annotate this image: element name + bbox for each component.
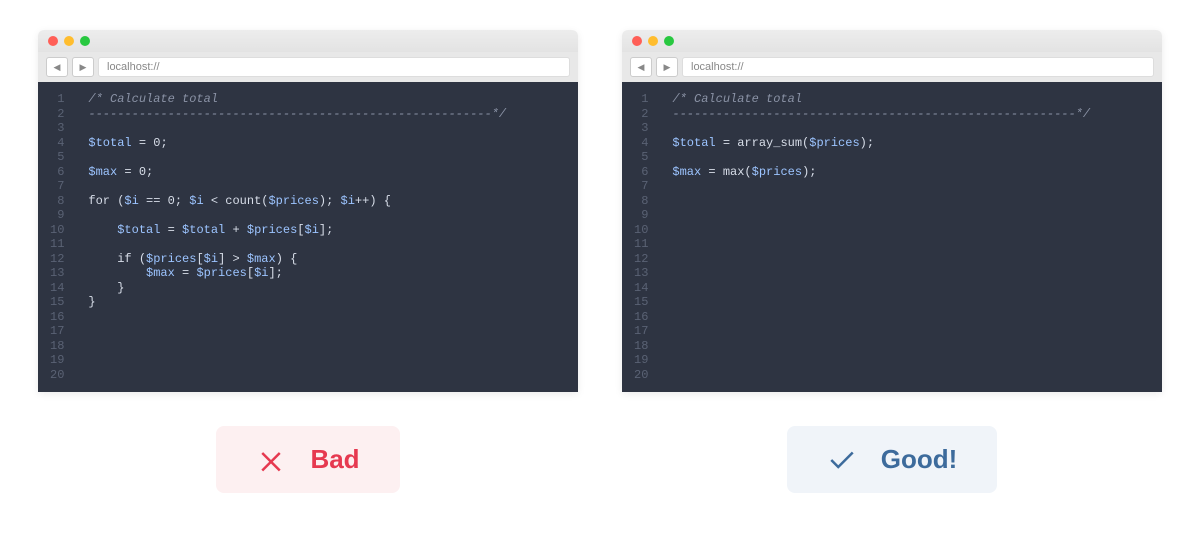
code-token: ]; bbox=[268, 266, 282, 280]
code-token: == bbox=[139, 194, 168, 208]
code-token: ; bbox=[160, 136, 167, 150]
maximize-icon[interactable] bbox=[80, 36, 90, 46]
window-titlebar bbox=[622, 30, 1162, 52]
code-token: [ bbox=[196, 252, 203, 266]
code-token bbox=[88, 223, 117, 237]
code-token: $total bbox=[672, 136, 715, 150]
code-token: $prices bbox=[752, 165, 802, 179]
url-input[interactable]: localhost:// bbox=[682, 57, 1154, 77]
code-content: /* Calculate total ---------------------… bbox=[72, 82, 578, 392]
code-editor-left: 1 2 3 4 5 6 7 8 9 10 11 12 13 14 15 16 1… bbox=[38, 82, 578, 392]
code-token: ); bbox=[860, 136, 874, 150]
code-token: 0 bbox=[168, 194, 175, 208]
close-icon[interactable] bbox=[48, 36, 58, 46]
code-token: count( bbox=[225, 194, 268, 208]
code-token: ) { bbox=[369, 194, 391, 208]
code-token: $max bbox=[672, 165, 701, 179]
code-token: $max bbox=[88, 165, 117, 179]
browser-toolbar: ◀ ▶ localhost:// bbox=[38, 52, 578, 82]
code-token: $i bbox=[124, 194, 138, 208]
browser-toolbar: ◀ ▶ localhost:// bbox=[622, 52, 1162, 82]
code-token: $i bbox=[341, 194, 355, 208]
url-input[interactable]: localhost:// bbox=[98, 57, 570, 77]
code-token: array_sum( bbox=[737, 136, 809, 150]
code-token: $total bbox=[88, 136, 131, 150]
code-token: } bbox=[88, 295, 95, 309]
code-token bbox=[88, 252, 117, 266]
badge-label: Bad bbox=[310, 444, 359, 475]
code-token: = bbox=[160, 223, 182, 237]
bad-badge: Bad bbox=[216, 426, 399, 493]
code-token: $prices bbox=[196, 266, 246, 280]
code-token: $i bbox=[204, 252, 218, 266]
code-token: /* Calculate total bbox=[88, 92, 218, 106]
line-number-gutter: 1 2 3 4 5 6 7 8 9 10 11 12 13 14 15 16 1… bbox=[38, 82, 72, 392]
browser-window-right: ◀ ▶ localhost:// 1 2 3 4 5 6 7 8 9 10 11… bbox=[622, 30, 1162, 392]
code-token: = bbox=[132, 136, 154, 150]
back-button[interactable]: ◀ bbox=[46, 57, 68, 77]
code-token: + bbox=[225, 223, 247, 237]
right-column: ◀ ▶ localhost:// 1 2 3 4 5 6 7 8 9 10 11… bbox=[622, 30, 1162, 493]
minimize-icon[interactable] bbox=[64, 36, 74, 46]
code-token: if ( bbox=[117, 252, 146, 266]
code-token: $max bbox=[146, 266, 175, 280]
browser-window-left: ◀ ▶ localhost:// 1 2 3 4 5 6 7 8 9 10 11… bbox=[38, 30, 578, 392]
forward-button[interactable]: ▶ bbox=[72, 57, 94, 77]
code-token: ); bbox=[802, 165, 816, 179]
code-token: $i bbox=[189, 194, 203, 208]
code-token: $total bbox=[117, 223, 160, 237]
minimize-icon[interactable] bbox=[648, 36, 658, 46]
code-token: [ bbox=[247, 266, 254, 280]
good-badge: Good! bbox=[787, 426, 998, 493]
maximize-icon[interactable] bbox=[664, 36, 674, 46]
code-token: ; bbox=[146, 165, 153, 179]
code-token: for ( bbox=[88, 194, 124, 208]
check-icon bbox=[827, 445, 857, 475]
code-content: /* Calculate total ---------------------… bbox=[656, 82, 1162, 392]
code-token bbox=[88, 266, 146, 280]
code-token: $prices bbox=[146, 252, 196, 266]
code-token: = bbox=[716, 136, 738, 150]
code-token: < bbox=[204, 194, 226, 208]
code-token: max( bbox=[723, 165, 752, 179]
code-editor-right: 1 2 3 4 5 6 7 8 9 10 11 12 13 14 15 16 1… bbox=[622, 82, 1162, 392]
code-token: ; bbox=[175, 194, 189, 208]
code-token: ----------------------------------------… bbox=[672, 107, 1090, 121]
code-token: /* Calculate total bbox=[672, 92, 802, 106]
code-token: $prices bbox=[247, 223, 297, 237]
comparison-container: ◀ ▶ localhost:// 1 2 3 4 5 6 7 8 9 10 11… bbox=[40, 30, 1160, 493]
code-token: ] > bbox=[218, 252, 247, 266]
cross-icon bbox=[256, 445, 286, 475]
code-token: $i bbox=[305, 223, 319, 237]
code-token: $prices bbox=[809, 136, 859, 150]
code-token: ----------------------------------------… bbox=[88, 107, 506, 121]
code-token: ]; bbox=[319, 223, 333, 237]
back-button[interactable]: ◀ bbox=[630, 57, 652, 77]
code-token: ); bbox=[319, 194, 341, 208]
code-token: ) { bbox=[276, 252, 298, 266]
code-token: 0 bbox=[139, 165, 146, 179]
code-token: $i bbox=[254, 266, 268, 280]
code-token: $max bbox=[247, 252, 276, 266]
code-token: ++ bbox=[355, 194, 369, 208]
code-token: } bbox=[88, 281, 124, 295]
code-token: = bbox=[175, 266, 197, 280]
forward-button[interactable]: ▶ bbox=[656, 57, 678, 77]
badge-label: Good! bbox=[881, 444, 958, 475]
window-titlebar bbox=[38, 30, 578, 52]
close-icon[interactable] bbox=[632, 36, 642, 46]
code-token: = bbox=[117, 165, 139, 179]
code-token: [ bbox=[297, 223, 304, 237]
code-token: $prices bbox=[268, 194, 318, 208]
line-number-gutter: 1 2 3 4 5 6 7 8 9 10 11 12 13 14 15 16 1… bbox=[622, 82, 656, 392]
code-token: $total bbox=[182, 223, 225, 237]
left-column: ◀ ▶ localhost:// 1 2 3 4 5 6 7 8 9 10 11… bbox=[38, 30, 578, 493]
code-token: = bbox=[701, 165, 723, 179]
